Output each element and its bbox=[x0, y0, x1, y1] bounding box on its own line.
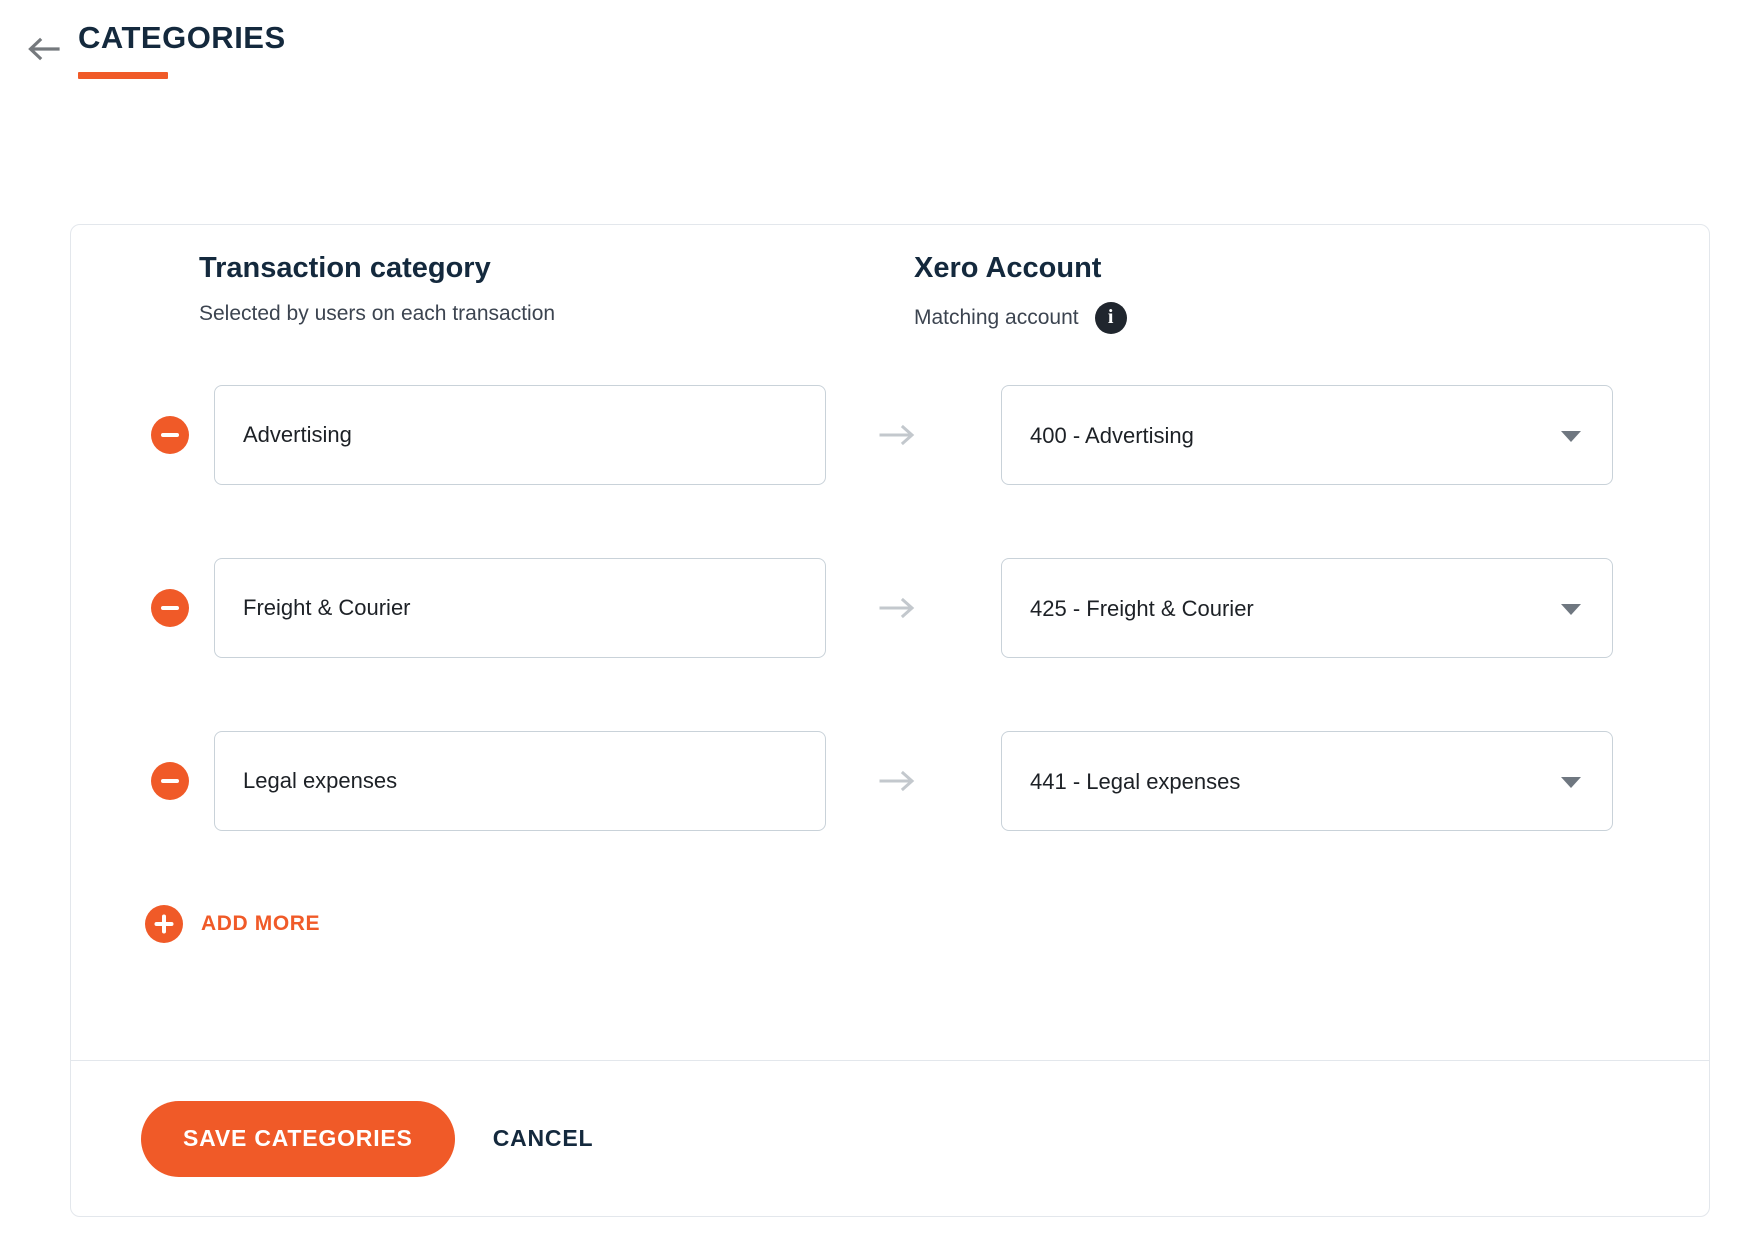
page-title: CATEGORIES bbox=[78, 20, 286, 56]
minus-icon bbox=[161, 779, 179, 783]
category-mapping-rows: 400 - Advertising bbox=[71, 385, 1709, 831]
add-more-label: ADD MORE bbox=[201, 912, 320, 936]
plus-icon bbox=[145, 905, 183, 943]
cancel-button[interactable]: CANCEL bbox=[487, 1117, 600, 1160]
transaction-category-input[interactable] bbox=[214, 385, 826, 485]
xero-account-select-wrapper: 441 - Legal expenses bbox=[1001, 731, 1613, 831]
table-row: 425 - Freight & Courier bbox=[71, 558, 1709, 658]
arrow-right-icon bbox=[876, 415, 922, 455]
add-more-button[interactable]: ADD MORE bbox=[145, 905, 320, 943]
table-row: 400 - Advertising bbox=[71, 385, 1709, 485]
transaction-category-title: Transaction category bbox=[199, 251, 555, 286]
xero-account-select[interactable]: 441 - Legal expenses bbox=[1001, 731, 1613, 831]
save-categories-button[interactable]: SAVE CATEGORIES bbox=[141, 1101, 455, 1177]
info-icon[interactable]: i bbox=[1095, 302, 1127, 334]
categories-card: Transaction category Selected by users o… bbox=[70, 224, 1710, 1217]
table-row: 441 - Legal expenses bbox=[71, 731, 1709, 831]
title-underline bbox=[78, 72, 168, 79]
xero-account-title: Xero Account bbox=[914, 251, 1127, 286]
transaction-category-input[interactable] bbox=[214, 558, 826, 658]
arrow-right-icon bbox=[876, 588, 922, 628]
transaction-category-column-header: Transaction category Selected by users o… bbox=[199, 251, 555, 326]
categories-page: CATEGORIES Transaction category Selected… bbox=[0, 0, 1750, 1248]
card-body: Transaction category Selected by users o… bbox=[71, 225, 1709, 1060]
xero-account-subtitle: Matching account bbox=[914, 306, 1079, 330]
xero-account-select[interactable]: 400 - Advertising bbox=[1001, 385, 1613, 485]
back-arrow-icon[interactable] bbox=[22, 28, 64, 70]
transaction-category-subtitle: Selected by users on each transaction bbox=[199, 302, 555, 326]
minus-icon bbox=[161, 433, 179, 437]
title-block: CATEGORIES bbox=[78, 20, 286, 79]
remove-row-button[interactable] bbox=[151, 416, 189, 454]
remove-row-button[interactable] bbox=[151, 762, 189, 800]
column-headings: Transaction category Selected by users o… bbox=[71, 251, 1709, 381]
remove-row-button[interactable] bbox=[151, 589, 189, 627]
xero-account-select-wrapper: 425 - Freight & Courier bbox=[1001, 558, 1613, 658]
transaction-category-input[interactable] bbox=[214, 731, 826, 831]
xero-account-select-wrapper: 400 - Advertising bbox=[1001, 385, 1613, 485]
xero-account-subtitle-row: Matching account i bbox=[914, 302, 1127, 334]
xero-account-select[interactable]: 425 - Freight & Courier bbox=[1001, 558, 1613, 658]
page-header: CATEGORIES bbox=[22, 20, 286, 79]
minus-icon bbox=[161, 606, 179, 610]
arrow-right-icon bbox=[876, 761, 922, 801]
card-footer: SAVE CATEGORIES CANCEL bbox=[71, 1060, 1709, 1216]
xero-account-column-header: Xero Account Matching account i bbox=[914, 251, 1127, 334]
transaction-category-subtitle-row: Selected by users on each transaction bbox=[199, 302, 555, 326]
